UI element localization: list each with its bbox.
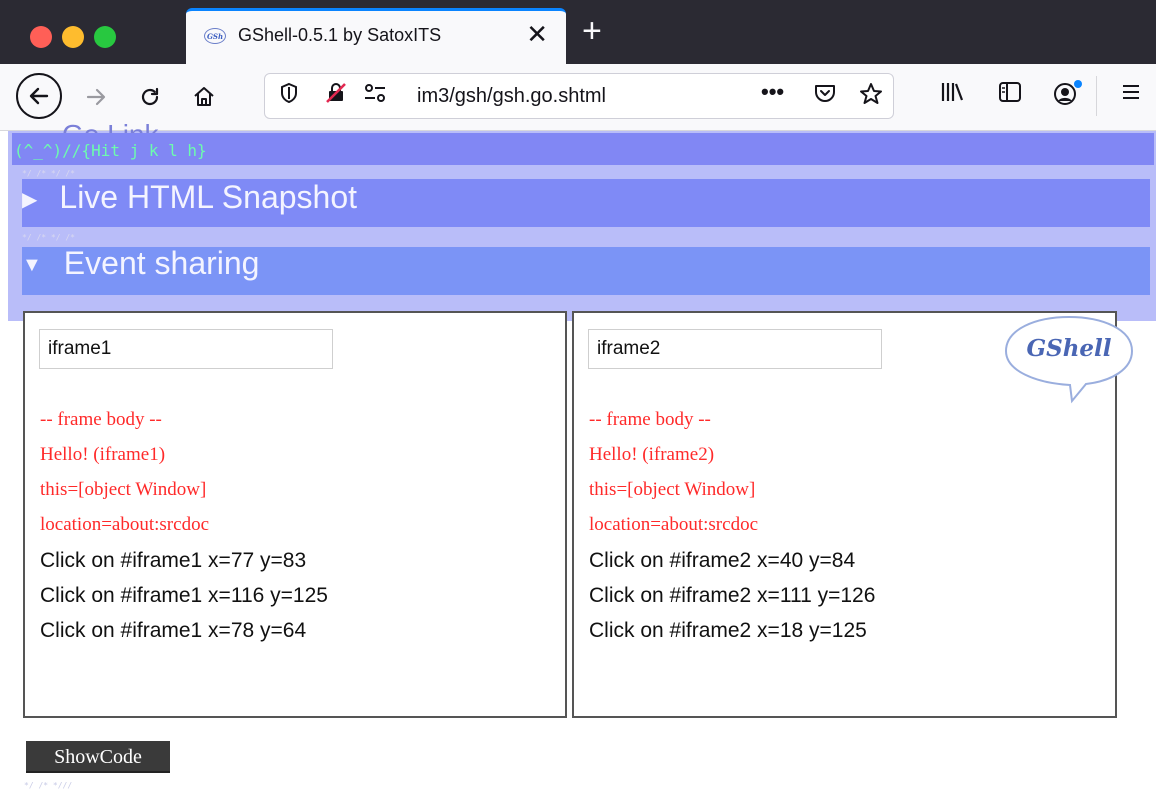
home-icon [194,87,214,106]
location-line: location=about:srcdoc [40,514,209,535]
url-text[interactable]: im3/gsh/gsh.go.shtml [417,85,606,108]
click-log-line: Click on #iframe2 x=111 y=126 [589,584,876,607]
permissions-icon[interactable] [363,82,387,111]
section-title-live: Live HTML Snapshot [59,179,358,215]
show-code-button[interactable]: ShowCode [26,741,170,773]
tab-title: GShell-0.5.1 by SatoxITS [238,25,442,45]
hotkey-hint-text: (^_^)//{Hit j k l h} [14,141,207,160]
triangle-down-icon: ▼ [22,254,42,277]
close-window-button[interactable] [30,26,52,48]
insecure-connection-icon[interactable] [325,82,347,111]
this-line: this=[object Window] [589,479,756,500]
arrow-right-icon [86,88,106,106]
forward-button[interactable] [78,80,114,117]
section-title-event: Event sharing [63,245,260,281]
library-icon[interactable] [940,81,964,111]
pocket-icon[interactable] [813,82,837,111]
maximize-window-button[interactable] [94,26,116,48]
reload-icon [141,87,159,106]
url-bar[interactable]: im3/gsh/gsh.go.shtml ••• [264,73,894,119]
comment-marker: */ /* */ /* [22,233,75,242]
click-log-line: Click on #iframe2 x=40 y=84 [589,549,856,572]
iframe1[interactable]: iframe1 -- frame body -- Hello! (iframe1… [23,311,567,718]
click-log-line: Click on #iframe1 x=77 y=83 [40,549,307,572]
click-log-line: Click on #iframe2 x=18 y=125 [589,619,867,642]
triangle-right-icon: ▶ [22,189,38,212]
gshell-logo: GShell [1002,313,1136,405]
event-sharing-summary[interactable]: ▼ Event sharing [22,245,259,282]
hamburger-menu-icon[interactable] [1120,81,1142,111]
minimize-window-button[interactable] [62,26,84,48]
this-line: this=[object Window] [40,479,207,500]
comment-marker: */ /* */// [24,781,73,790]
account-notification-badge [1074,80,1082,88]
reload-button[interactable] [132,80,168,117]
live-html-snapshot-summary[interactable]: ▶ Live HTML Snapshot [22,179,357,216]
location-line: location=about:srcdoc [589,514,758,535]
new-tab-button[interactable]: + [582,14,602,48]
navigation-toolbar: im3/gsh/gsh.go.shtml ••• [0,64,1156,131]
click-log-line: Click on #iframe1 x=78 y=64 [40,619,307,642]
home-button[interactable] [186,80,222,117]
click-log-line: Click on #iframe1 x=116 y=125 [40,584,328,607]
comment-marker: */ /* */ /* [22,169,75,178]
page-viewport: Go Link (^_^)//{Hit j k l h} */ /* */ /*… [0,119,1156,791]
shield-icon[interactable] [279,82,299,111]
browser-titlebar: GSh GShell-0.5.1 by SatoxITS ✕ + [0,0,1156,64]
back-button[interactable] [16,73,62,119]
hello-line: Hello! (iframe1) [40,444,166,465]
sidebar-icon[interactable] [998,81,1022,111]
frame-body-label: -- frame body -- [589,409,711,430]
bookmark-star-icon[interactable] [859,82,883,113]
iframe1-input[interactable]: iframe1 [39,329,333,369]
arrow-left-icon [29,87,49,105]
hello-line: Hello! (iframe2) [589,444,715,465]
toolbar-divider [1096,76,1097,116]
logo-text: GShell [1026,335,1112,362]
frame-body-label: -- frame body -- [40,409,162,430]
close-tab-icon[interactable]: ✕ [526,21,548,47]
active-tab[interactable]: GSh GShell-0.5.1 by SatoxITS ✕ [186,8,566,64]
gshell-favicon-icon: GSh [204,28,226,44]
iframe2-input[interactable]: iframe2 [588,329,882,369]
page-actions-icon[interactable]: ••• [761,78,784,106]
